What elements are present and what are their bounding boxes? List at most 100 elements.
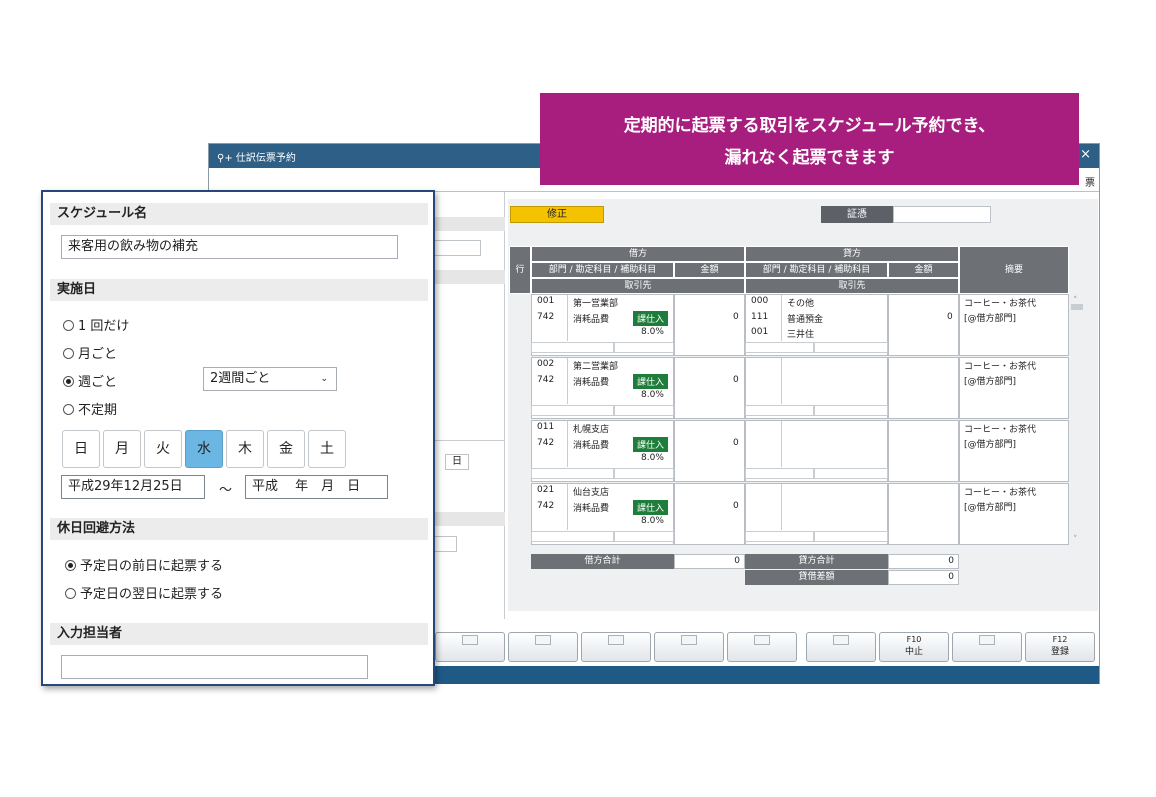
memo-line-2: [@借方部門] — [964, 503, 1017, 513]
credit-amount-cell[interactable] — [888, 483, 959, 545]
diff-label: 貸借差額 — [745, 570, 888, 585]
debit-dept-code: 002 — [537, 359, 555, 369]
weekday-wednesday[interactable]: 水 — [185, 430, 223, 468]
debit-amount: 0 — [733, 312, 739, 322]
tax-category-badge: 課仕入 — [633, 311, 669, 326]
left-pane-band — [429, 512, 505, 526]
debit-account-name: 消耗品費 — [573, 315, 610, 325]
credit-amount-header: 金額 — [888, 262, 959, 278]
function-key-icon — [608, 635, 624, 645]
function-key-6[interactable] — [581, 632, 651, 662]
function-key-icon — [754, 635, 770, 645]
radio-selected-icon — [63, 376, 74, 387]
scrollbar-thumb[interactable] — [1071, 304, 1083, 310]
debit-account-name: 消耗品費 — [573, 504, 610, 514]
debit-account-code: 742 — [537, 438, 555, 448]
credit-total-label: 貸方合計 — [745, 554, 888, 569]
key-plus-icon: ⚲+ — [217, 153, 233, 164]
credit-amount: 0 — [947, 312, 953, 322]
end-date-input[interactable]: 平成 年 月 日 — [245, 475, 388, 499]
function-key-icon — [462, 635, 478, 645]
function-key-5[interactable] — [508, 632, 578, 662]
callout-line-1: 定期的に起票する取引をスケジュール予約でき、 — [623, 116, 996, 136]
debit-amount-cell[interactable] — [674, 294, 745, 356]
left-pane-field[interactable] — [431, 240, 481, 256]
left-pane-field[interactable] — [433, 536, 457, 552]
debit-amount-cell[interactable] — [674, 420, 745, 482]
function-key-11[interactable] — [952, 632, 1022, 662]
debit-total-value: 0 — [674, 554, 745, 569]
option-weekly[interactable]: 週ごと — [63, 371, 117, 390]
debit-amount-cell[interactable] — [674, 483, 745, 545]
function-key-icon — [833, 635, 849, 645]
status-badge: 修正 — [510, 206, 604, 223]
credit-sub-code: 001 — [751, 327, 769, 337]
memo-header: 摘要 — [959, 246, 1069, 294]
holiday-option-previous-day[interactable]: 予定日の前日に起票する — [65, 555, 223, 574]
debit-dept-name: 仙台支店 — [573, 488, 610, 498]
voucher-input[interactable] — [893, 206, 991, 223]
weekday-tuesday[interactable]: 火 — [144, 430, 182, 468]
function-key-12[interactable]: F12 登録 — [1025, 632, 1095, 662]
credit-amount-cell[interactable] — [888, 357, 959, 419]
input-person-heading: 入力担当者 — [50, 623, 428, 645]
credit-sub-name: 三井住 — [787, 330, 815, 340]
tax-category-badge: 課仕入 — [633, 500, 669, 515]
option-once[interactable]: 1 回だけ — [63, 315, 129, 334]
debit-amount-cell[interactable] — [674, 357, 745, 419]
credit-amount-cell[interactable] — [888, 294, 959, 356]
debit-account-header: 部門 / 勘定科目 / 補助科目 — [531, 262, 674, 278]
callout-line-2: 漏れなく起票できます — [724, 148, 895, 168]
radio-icon — [63, 348, 74, 359]
radio-icon — [63, 404, 74, 415]
tax-rate: 8.0% — [641, 390, 664, 400]
start-date-input[interactable]: 平成29年12月25日 — [61, 475, 205, 499]
credit-dept-name: その他 — [787, 299, 815, 309]
voucher-label: 証憑 — [821, 206, 893, 223]
radio-icon — [65, 588, 76, 599]
credit-account-name: 普通預金 — [787, 315, 824, 325]
function-key-label: 登録 — [1050, 647, 1069, 657]
function-key-7[interactable] — [654, 632, 724, 662]
credit-header: 貸方 — [745, 246, 959, 262]
schedule-name-heading: スケジュール名 — [50, 203, 428, 225]
debit-partner-header: 取引先 — [531, 278, 745, 294]
function-key-10[interactable]: F10 中止 — [879, 632, 949, 662]
menu-item[interactable]: 票 — [1085, 174, 1095, 189]
debit-dept-code: 001 — [537, 296, 555, 306]
function-key-9[interactable] — [806, 632, 876, 662]
interval-select[interactable]: 2週間ごと ⌄ — [203, 367, 337, 391]
debit-account-code: 742 — [537, 312, 555, 322]
option-monthly[interactable]: 月ごと — [63, 343, 117, 362]
credit-total-value: 0 — [888, 554, 959, 569]
debit-account-name: 消耗品費 — [573, 378, 610, 388]
option-irregular[interactable]: 不定期 — [63, 399, 117, 418]
credit-account-code: 111 — [751, 312, 769, 322]
debit-account-name: 消耗品費 — [573, 441, 610, 451]
memo-line-2: [@借方部門] — [964, 377, 1017, 387]
function-key-4[interactable] — [435, 632, 505, 662]
close-icon[interactable]: × — [1080, 147, 1091, 162]
weekday-monday[interactable]: 月 — [103, 430, 141, 468]
credit-amount-cell[interactable] — [888, 420, 959, 482]
window-title: 仕訳伝票予約 — [235, 153, 296, 164]
weekday-saturday[interactable]: 土 — [308, 430, 346, 468]
scroll-down-icon[interactable]: ˅ — [1073, 535, 1078, 545]
schedule-name-input[interactable]: 来客用の飲み物の補充 — [61, 235, 398, 259]
weekday-sunday[interactable]: 日 — [62, 430, 100, 468]
function-key-8[interactable] — [727, 632, 797, 662]
debit-dept-name: 第一営業部 — [573, 299, 619, 309]
holiday-avoidance-heading: 休日回避方法 — [50, 518, 428, 540]
memo-line-1: コーヒー・お茶代 — [964, 425, 1037, 435]
execution-date-heading: 実施日 — [50, 279, 428, 301]
input-person-field[interactable] — [61, 655, 368, 679]
holiday-option-next-day[interactable]: 予定日の翌日に起票する — [65, 583, 223, 602]
day-label: 日 — [445, 454, 469, 470]
weekday-thursday[interactable]: 木 — [226, 430, 264, 468]
debit-dept-code: 021 — [537, 485, 555, 495]
date-range-separator: ～ — [219, 483, 233, 498]
weekday-friday[interactable]: 金 — [267, 430, 305, 468]
debit-total-label: 借方合計 — [531, 554, 674, 569]
schedule-panel: スケジュール名 来客用の飲み物の補充 実施日 1 回だけ 月ごと 週ごと 不定期… — [41, 190, 435, 686]
left-pane-band — [429, 217, 505, 231]
